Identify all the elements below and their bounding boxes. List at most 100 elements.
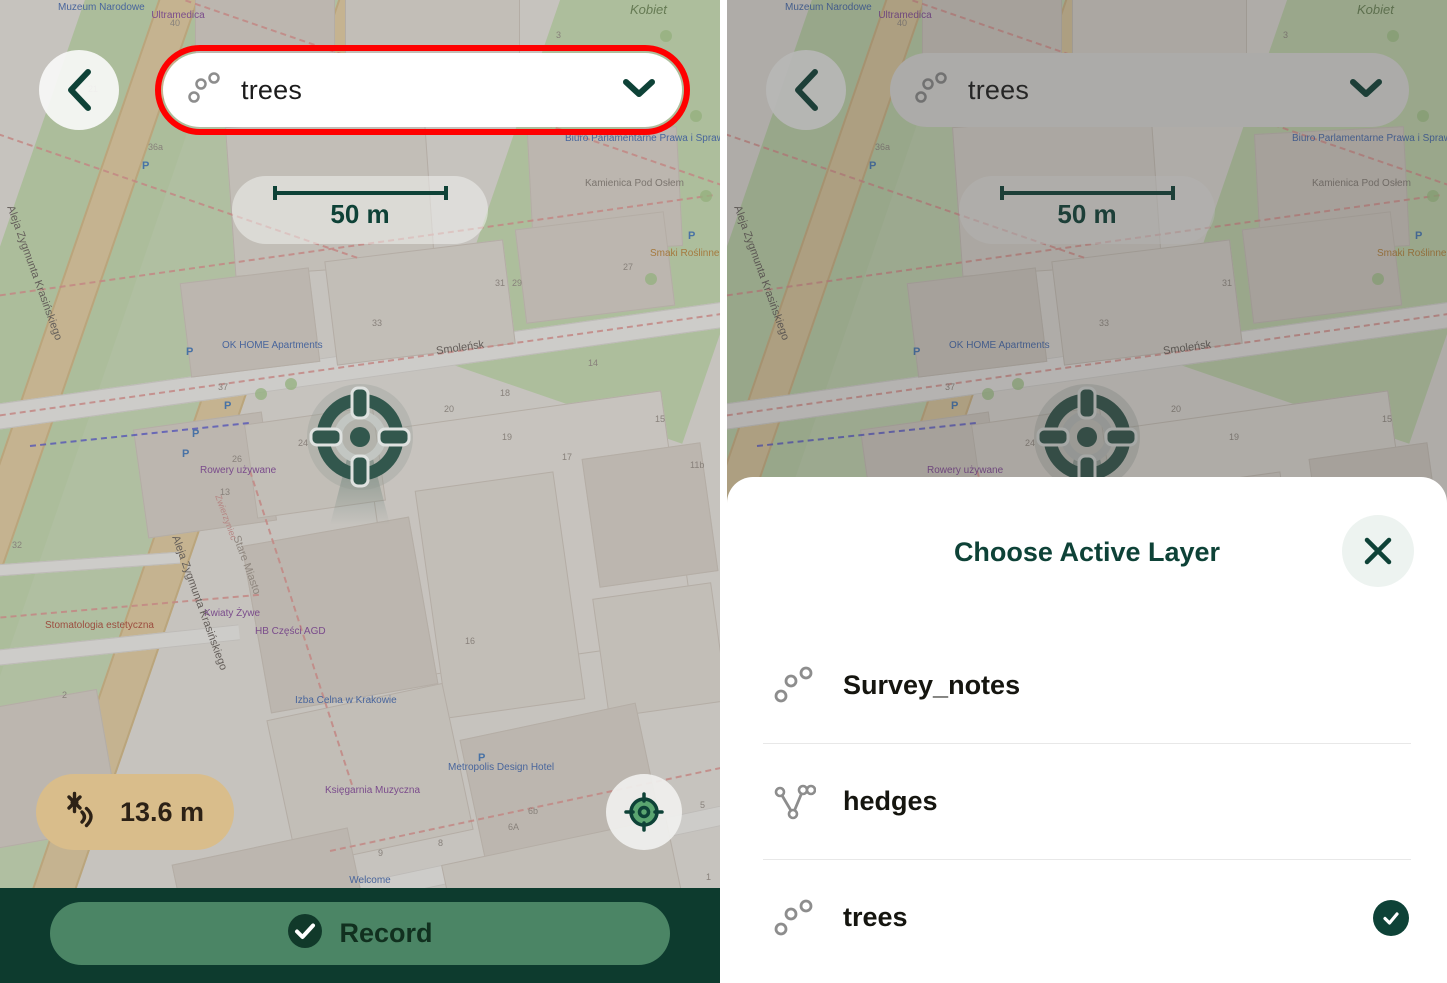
house-number: 2 xyxy=(62,690,68,700)
building xyxy=(1241,211,1403,324)
house-number: 3 xyxy=(1283,30,1289,40)
house-number: 1 xyxy=(706,872,712,882)
point-layer-icon xyxy=(763,896,825,940)
tree-dot xyxy=(1372,273,1384,285)
gps-accuracy-value: 13.6 m xyxy=(120,796,205,827)
right-screen: Kobiet Biuro Parlamentarne Prawa i Spraw… xyxy=(727,0,1447,983)
locate-me-button[interactable] xyxy=(606,774,682,850)
record-button[interactable]: Record xyxy=(50,902,670,965)
chevron-down-icon[interactable] xyxy=(1349,77,1383,104)
house-number: 33 xyxy=(372,318,383,328)
crosshair-target-icon xyxy=(624,792,664,832)
house-number: 40 xyxy=(170,18,181,28)
building xyxy=(179,267,321,378)
tree-dot xyxy=(1012,378,1024,390)
parking-icon: P xyxy=(224,400,232,412)
house-number: 36a xyxy=(148,142,164,152)
house-number: 37 xyxy=(218,382,229,392)
active-layer-selector[interactable]: trees xyxy=(890,53,1409,127)
house-number: 40 xyxy=(897,18,908,28)
house-number: 11b xyxy=(690,460,705,470)
house-number: 31 xyxy=(1222,278,1233,288)
close-icon xyxy=(1364,537,1392,565)
chevron-down-icon[interactable] xyxy=(622,77,656,104)
tree-dot xyxy=(1387,30,1399,42)
tree-dot xyxy=(1427,190,1439,202)
close-button[interactable] xyxy=(1342,515,1414,587)
tree-dot xyxy=(660,30,672,42)
parking-icon: P xyxy=(182,448,190,460)
tree-dot xyxy=(700,190,712,202)
layer-row-hedges[interactable]: hedges xyxy=(763,743,1411,859)
parking-icon: P xyxy=(192,428,200,440)
active-layer-value: trees xyxy=(968,74,1030,105)
tree-dot xyxy=(982,388,994,400)
screenshot-root: Kobiet Biuro Parlamentarne Prawa i Spraw… xyxy=(0,0,1447,983)
line-layer-icon xyxy=(763,780,825,824)
chevron-left-icon xyxy=(68,69,91,111)
parking-icon: P xyxy=(1415,230,1423,242)
house-number: 14 xyxy=(588,358,599,368)
house-number: 15 xyxy=(1382,414,1393,424)
house-number: 20 xyxy=(444,404,455,414)
tree-dot xyxy=(285,378,297,390)
active-layer-selector-wrapper: trees xyxy=(155,45,690,135)
house-number: 6A xyxy=(508,822,520,832)
layer-name: trees xyxy=(843,902,908,932)
layer-name: hedges xyxy=(843,786,938,816)
tree-dot xyxy=(690,110,702,122)
house-number: 15 xyxy=(655,414,666,424)
parking-icon: P xyxy=(869,160,877,172)
tree-dot xyxy=(645,273,657,285)
layer-row-survey-notes[interactable]: Survey_notes xyxy=(763,627,1411,743)
back-button[interactable] xyxy=(766,50,846,130)
house-number: 24 xyxy=(298,438,309,448)
sheet-header: Choose Active Layer xyxy=(727,477,1447,627)
house-number: 26 xyxy=(232,454,243,464)
sheet-title: Choose Active Layer xyxy=(953,536,1221,567)
tree-dot xyxy=(255,388,267,400)
building xyxy=(906,267,1048,378)
building xyxy=(244,406,386,519)
house-number: 13 xyxy=(220,487,231,497)
layer-name: Survey_notes xyxy=(843,669,1021,700)
house-number: 16 xyxy=(465,636,476,646)
building xyxy=(514,211,676,324)
layer-list: Survey_notes hedges trees xyxy=(727,627,1447,975)
satellite-icon xyxy=(62,790,102,835)
house-number: 31 xyxy=(495,278,506,288)
house-number: 5 xyxy=(700,800,706,810)
left-screen: Kobiet Biuro Parlamentarne Prawa i Spraw… xyxy=(0,0,720,983)
house-number: 18 xyxy=(500,388,511,398)
layer-row-trees[interactable]: trees xyxy=(763,859,1411,975)
house-number: 36a xyxy=(875,142,891,152)
house-number: 27 xyxy=(623,262,634,272)
parking-icon: P xyxy=(913,346,921,358)
selected-check-icon xyxy=(1373,899,1409,936)
record-button-label: Record xyxy=(339,918,433,948)
house-number: 8 xyxy=(438,838,444,848)
house-number: 6b xyxy=(528,806,539,816)
house-number: 24 xyxy=(1025,438,1036,448)
point-layer-icon xyxy=(912,69,950,112)
building xyxy=(241,516,439,714)
back-button[interactable] xyxy=(39,50,119,130)
check-circle-icon xyxy=(287,913,323,954)
gps-accuracy-badge[interactable]: 13.6 m xyxy=(36,774,235,850)
tree-dot xyxy=(1417,110,1429,122)
house-number: 33 xyxy=(1099,318,1110,328)
house-number: 19 xyxy=(502,432,513,442)
house-number: 32 xyxy=(12,540,23,550)
house-number: 20 xyxy=(1171,404,1182,414)
active-layer-value: trees xyxy=(241,74,303,105)
house-number: 17 xyxy=(562,452,573,462)
active-layer-selector[interactable]: trees xyxy=(163,53,682,127)
house-number: 19 xyxy=(1229,432,1240,442)
active-layer-selector-wrapper: trees xyxy=(882,45,1417,135)
building xyxy=(592,582,720,718)
house-number: 9 xyxy=(378,848,384,858)
point-layer-icon xyxy=(763,663,825,707)
bottom-action-bar: Record xyxy=(0,888,720,983)
point-layer-icon xyxy=(185,69,223,112)
choose-active-layer-sheet: Choose Active Layer Survey_notes hedges … xyxy=(727,477,1447,983)
